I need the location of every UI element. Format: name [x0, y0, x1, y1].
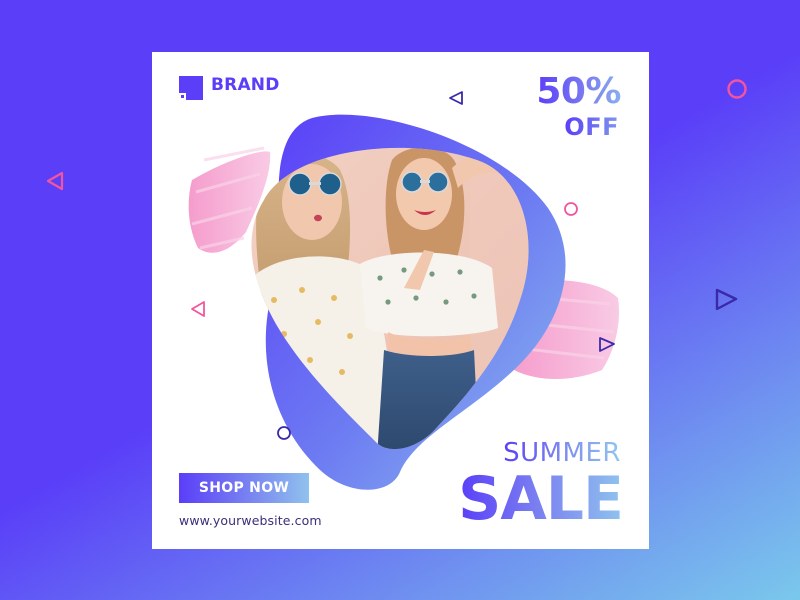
triangle-outline-icon	[46, 171, 64, 191]
shop-now-button[interactable]: SHOP NOW	[179, 473, 309, 503]
triangle-outline-icon	[191, 301, 205, 317]
triangle-outline-icon	[715, 288, 738, 311]
circle-outline-icon	[564, 202, 578, 216]
brand-name: BRAND	[211, 75, 280, 95]
discount-off-label: OFF	[564, 113, 619, 141]
website-link[interactable]: www.yourwebsite.com	[179, 513, 322, 528]
square-logo-icon	[179, 76, 203, 100]
headline-sale: SALE	[458, 464, 624, 534]
circle-outline-icon	[277, 426, 291, 440]
circle-outline-icon	[727, 79, 747, 99]
triangle-outline-icon	[449, 91, 463, 105]
sale-banner-card: BRAND 50% OFF SUMMER SALE SHOP NOW www.y…	[152, 52, 649, 549]
discount-percent: 50%	[536, 71, 621, 112]
